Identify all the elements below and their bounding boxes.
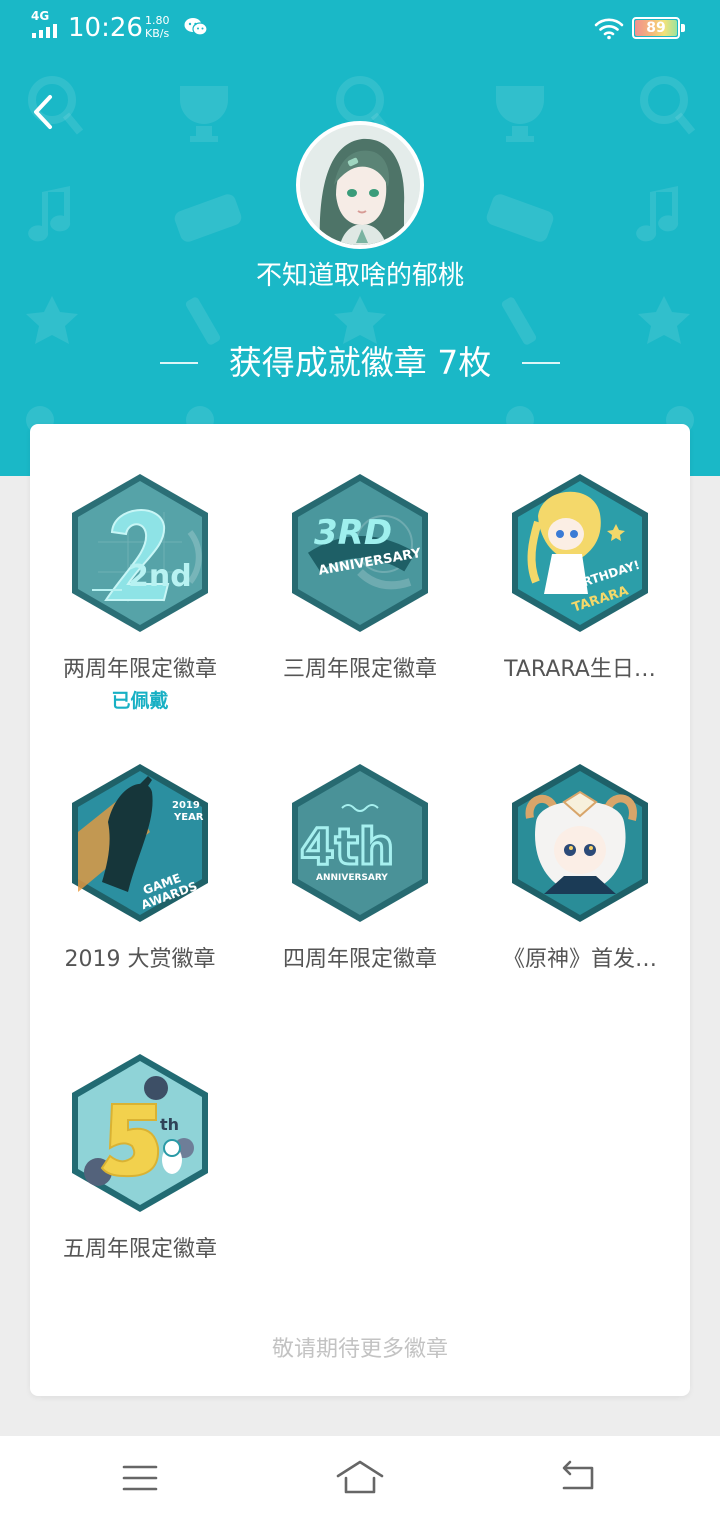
header-banner: 4G 10:26 1.80 KB/s 89 不知道取啥的郁桃 获得成就徽章 7枚	[0, 0, 720, 476]
badge-count-text: 获得成就徽章 7枚	[228, 343, 492, 382]
badge-5th-anniversary-icon: th	[72, 1054, 208, 1212]
badge-item[interactable]: 3RD ANNIVERSARY 三周年限定徽章	[250, 424, 470, 684]
badge-tarara-birthday-icon: BIRTHDAY! TARARA	[512, 474, 648, 632]
badge-name: 三周年限定徽章	[282, 657, 437, 682]
badge-name: 五周年限定徽章	[62, 1237, 217, 1262]
signal-icon	[32, 22, 60, 38]
badge-item[interactable]: 2019 YEAR GAME AWARDS 2019 大赏徽章	[30, 714, 250, 974]
badge-name: 两周年限定徽章	[62, 657, 217, 682]
wechat-icon	[184, 18, 208, 36]
network-type: 4G	[31, 9, 50, 23]
svg-text:3RD: 3RD	[314, 513, 392, 553]
svg-text:ANNIVERSARY: ANNIVERSARY	[316, 873, 388, 883]
badge-count-heading: 获得成就徽章 7枚	[160, 338, 560, 388]
badge-item[interactable]: 4th ANNIVERSARY 四周年限定徽章	[250, 714, 470, 974]
badge-item[interactable]: BIRTHDAY! TARARA TARARA生日…	[470, 424, 690, 684]
home-icon[interactable]	[335, 1456, 385, 1500]
badge-name: 《原神》首发…	[502, 947, 657, 972]
divider-right	[522, 362, 560, 364]
badge-name: 2019 大赏徽章	[64, 947, 216, 972]
svg-text:2nd: 2nd	[128, 559, 192, 594]
chevron-left-icon[interactable]	[26, 90, 66, 134]
menu-icon[interactable]	[115, 1456, 165, 1500]
clock: 10:26	[68, 13, 143, 43]
badge-worn-status: 已佩戴	[111, 690, 169, 712]
wifi-icon	[594, 18, 624, 40]
status-bar: 4G 10:26 1.80 KB/s 89	[0, 0, 720, 56]
badge-4th-anniversary-icon: 4th ANNIVERSARY	[292, 764, 428, 922]
battery-icon: 89	[632, 17, 686, 39]
battery-level: 89	[646, 20, 666, 36]
svg-text:2019: 2019	[172, 800, 200, 811]
more-badges-hint: 敬请期待更多徽章	[271, 1337, 448, 1362]
badge-item[interactable]: th 五周年限定徽章	[30, 1004, 250, 1264]
badge-2019-awards-icon: 2019 YEAR GAME AWARDS	[72, 764, 208, 922]
badge-genshin-launch-icon	[512, 764, 648, 922]
divider-left	[160, 362, 198, 364]
badge-2nd-anniversary-icon: 2nd	[72, 474, 208, 632]
avatar-image	[300, 125, 420, 245]
network-speed: 1.80 KB/s	[145, 14, 170, 40]
avatar[interactable]	[296, 121, 424, 249]
badge-item[interactable]: 2nd 两周年限定徽章 已佩戴	[30, 424, 250, 712]
badge-item[interactable]: 《原神》首发…	[470, 714, 690, 974]
back-icon[interactable]	[554, 1456, 604, 1500]
username: 不知道取啥的郁桃	[255, 261, 464, 291]
badge-card: 2nd 两周年限定徽章 已佩戴 3RD ANNIVERSARY 三周年限定徽章	[30, 424, 690, 1396]
system-navigation-bar	[0, 1436, 720, 1520]
badge-3rd-anniversary-icon: 3RD ANNIVERSARY	[292, 474, 428, 632]
svg-text:YEAR: YEAR	[173, 812, 204, 823]
svg-text:4th: 4th	[300, 818, 394, 876]
svg-text:th: th	[160, 1115, 179, 1134]
badge-name: TARARA生日…	[504, 657, 656, 682]
badge-name: 四周年限定徽章	[282, 947, 437, 972]
